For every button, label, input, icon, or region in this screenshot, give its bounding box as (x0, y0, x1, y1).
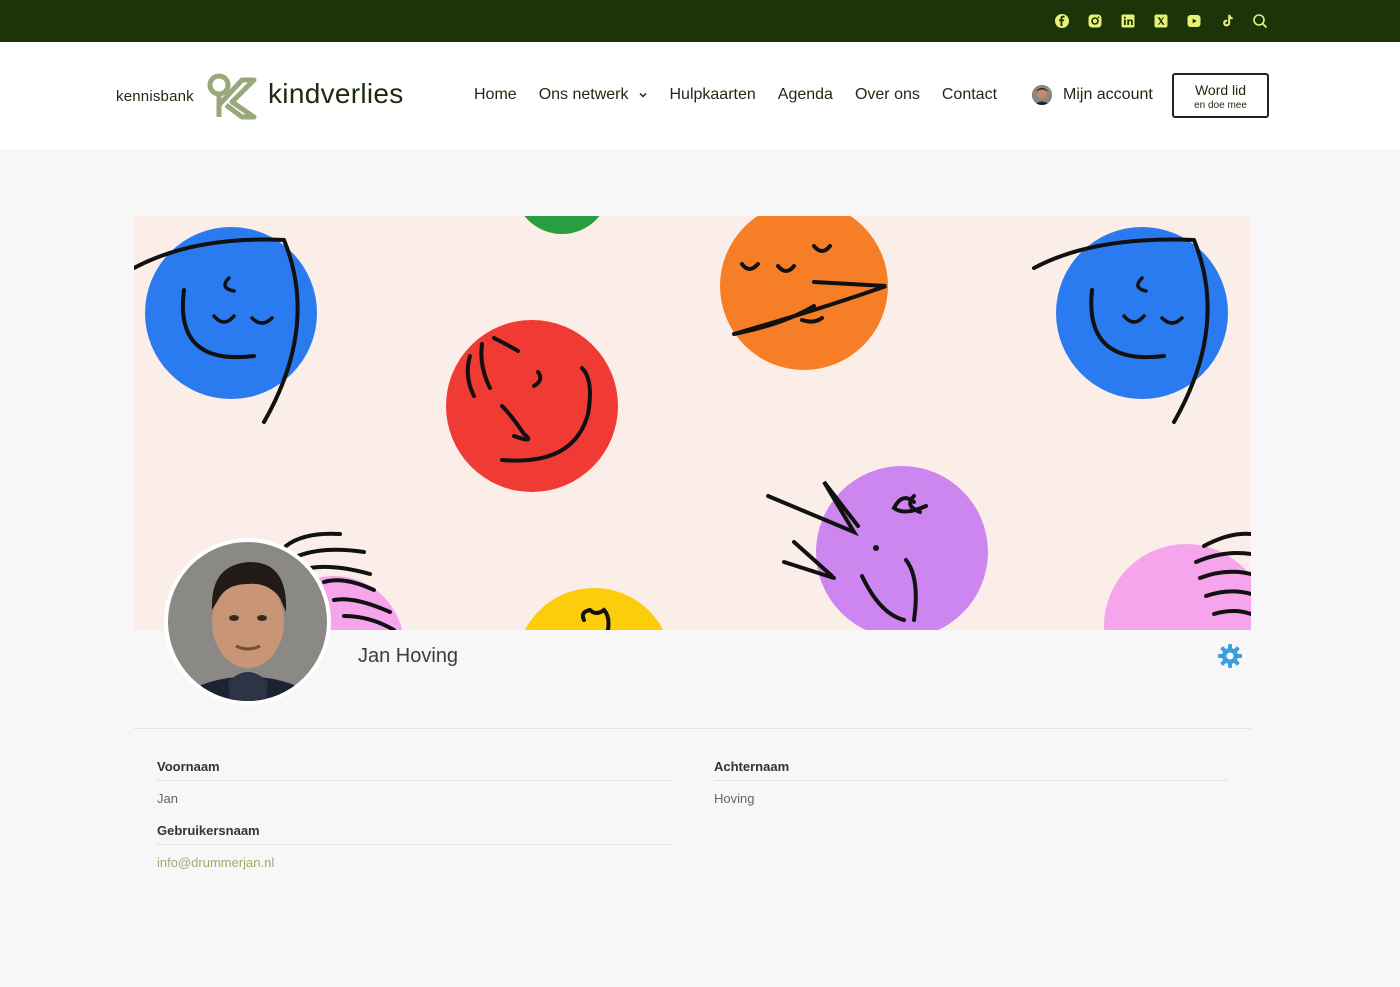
gear-icon[interactable] (1217, 643, 1243, 669)
profile-name: Jan Hoving (358, 645, 459, 667)
site-header: kennisbank kindverlies Home Ons netwerk … (0, 42, 1400, 149)
account-avatar (1032, 85, 1052, 105)
tiktok-icon[interactable] (1217, 11, 1237, 31)
first-name-label: Voornaam (157, 759, 220, 774)
nav-agenda[interactable]: Agenda (778, 86, 833, 104)
linkedin-icon[interactable] (1118, 11, 1138, 31)
last-name-value: Hoving (714, 791, 755, 806)
username-label: Gebruikersnaam (157, 823, 260, 838)
first-name-divider (157, 780, 671, 781)
nav-contact-label: Contact (941, 86, 998, 103)
join-button-title: Word lid (1194, 82, 1247, 98)
social-bar (0, 0, 1400, 42)
username-divider (157, 844, 671, 845)
first-name-value: Jan (157, 791, 178, 806)
nav-agenda-label: Agenda (777, 86, 833, 103)
nav-over-ons-label: Over ons (854, 86, 920, 103)
brand-name[interactable]: kindverlies (268, 78, 404, 110)
chevron-down-icon (638, 92, 647, 98)
join-button[interactable]: Word lid en doe mee (1172, 73, 1269, 118)
profile-divider (134, 728, 1251, 729)
last-name-label: Achternaam (714, 759, 790, 774)
username-value[interactable]: info@drummerjan.nl (157, 855, 274, 870)
join-button-subtitle: en doe mee (1194, 100, 1247, 111)
last-name-divider (714, 780, 1228, 781)
nav-home-label: Home (474, 86, 517, 103)
account-label: Mijn account (1063, 86, 1153, 103)
nav-ons-netwerk[interactable]: Ons netwerk (539, 86, 648, 104)
nav-contact[interactable]: Contact (942, 86, 997, 104)
instagram-icon[interactable] (1085, 11, 1105, 31)
nav-over-ons[interactable]: Over ons (855, 86, 920, 104)
profile-avatar[interactable] (164, 538, 331, 705)
youtube-icon[interactable] (1184, 11, 1204, 31)
facebook-icon[interactable] (1052, 11, 1072, 31)
social-icons (1052, 11, 1270, 31)
main-nav: Home Ons netwerk Hulpkaarten Agenda Over… (474, 86, 1019, 104)
search-icon[interactable] (1250, 11, 1270, 31)
nav-home[interactable]: Home (474, 86, 517, 104)
nav-ons-netwerk-label: Ons netwerk (538, 86, 629, 103)
nav-hulpkaarten-label: Hulpkaarten (669, 86, 756, 103)
brand-subtitle[interactable]: kennisbank (116, 88, 194, 105)
my-account-link[interactable]: Mijn account (1032, 85, 1153, 105)
x-icon[interactable] (1151, 11, 1171, 31)
brand-k-logo[interactable] (206, 72, 260, 122)
nav-hulpkaarten[interactable]: Hulpkaarten (670, 86, 756, 104)
